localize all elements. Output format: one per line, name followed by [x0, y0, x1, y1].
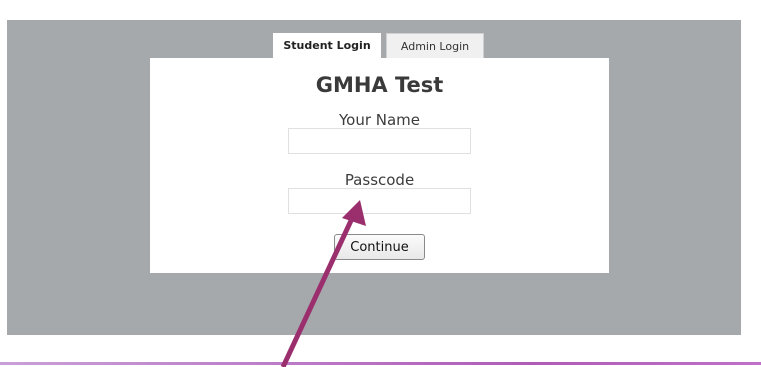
page-title: GMHA Test [315, 73, 444, 97]
continue-button[interactable]: Continue [334, 234, 425, 260]
tab-student-login[interactable]: Student Login [273, 33, 381, 58]
login-tabs: Student Login Admin Login [273, 33, 484, 58]
name-label: Your Name [338, 111, 421, 129]
tab-admin-login[interactable]: Admin Login [386, 33, 484, 58]
login-card: GMHA Test Your Name Passcode Continue [150, 58, 609, 273]
page: Student Login Admin Login GMHA Test Your… [0, 0, 761, 367]
bottom-rule [0, 362, 761, 365]
passcode-label: Passcode [344, 171, 415, 189]
name-input[interactable] [288, 128, 471, 154]
passcode-input[interactable] [288, 188, 471, 214]
